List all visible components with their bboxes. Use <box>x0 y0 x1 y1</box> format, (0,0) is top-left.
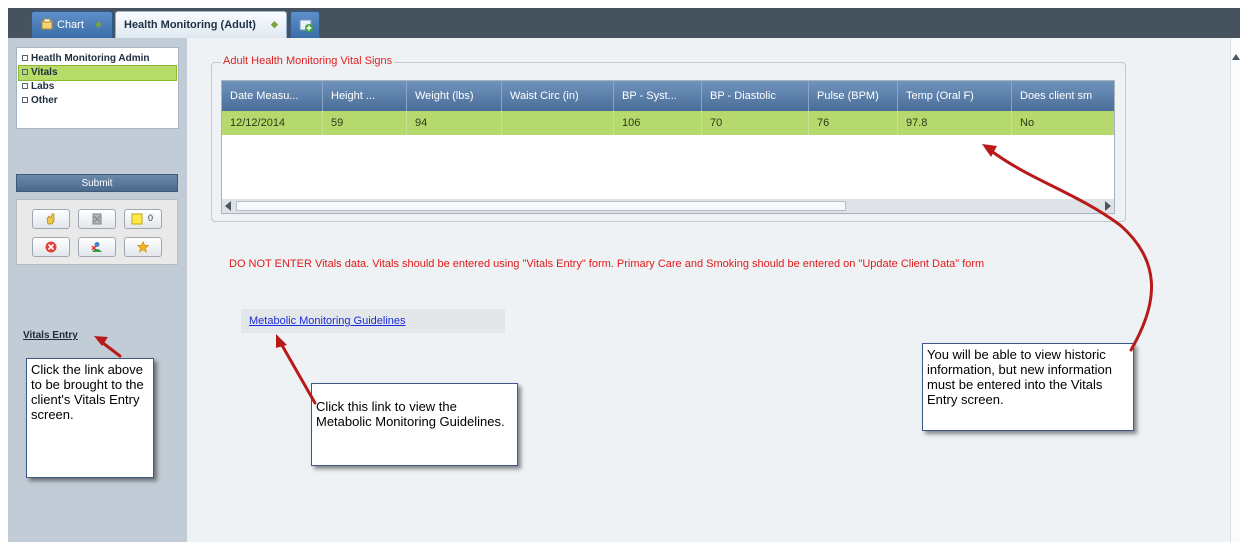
column-header[interactable]: BP - Diastolic <box>702 81 809 111</box>
sidebar-item-label: Other <box>31 95 58 106</box>
vitals-entry-link[interactable]: Vitals Entry <box>23 330 78 341</box>
table-cell: 76 <box>809 111 898 135</box>
column-header[interactable]: Does client sm <box>1012 81 1114 111</box>
sidebar-item-vitals[interactable]: Vitals <box>18 65 177 81</box>
cancel-icon <box>45 241 57 253</box>
sidebar-item-label: Vitals <box>31 67 58 78</box>
warning-message: DO NOT ENTER Vitals data. Vitals should … <box>229 258 985 270</box>
callout-vitals-entry: Click the link above to be brought to th… <box>26 358 154 478</box>
delete-grey-button[interactable] <box>78 209 116 229</box>
column-header[interactable]: Waist Circ (in) <box>502 81 614 111</box>
scroll-up-icon[interactable] <box>1232 54 1240 60</box>
scroll-left-icon[interactable] <box>225 201 231 211</box>
column-header[interactable]: Temp (Oral F) <box>898 81 1012 111</box>
add-tab-button[interactable] <box>290 11 320 38</box>
column-header[interactable]: Weight (lbs) <box>407 81 502 111</box>
star-icon <box>137 241 149 253</box>
bullet-icon <box>22 68 28 75</box>
column-header[interactable]: Date Measu... <box>222 81 323 111</box>
toolbar-panel: 0 <box>16 199 178 265</box>
scroll-right-icon[interactable] <box>1105 201 1111 211</box>
table-cell: 12/12/2014 <box>222 111 323 135</box>
tab-health-monitoring[interactable]: Health Monitoring (Adult) ◆ <box>115 11 287 38</box>
vital-signs-legend: Adult Health Monitoring Vital Signs <box>221 55 395 67</box>
sidebar-item-label: Heatlh Monitoring Admin <box>31 53 150 64</box>
sidebar-nav: Heatlh Monitoring Admin Vitals Labs Othe… <box>16 47 179 129</box>
table-cell: No <box>1020 117 1035 129</box>
cancel-button[interactable] <box>32 237 70 257</box>
user-remove-button[interactable] <box>78 237 116 257</box>
pin-icon[interactable]: ◆ <box>95 19 102 30</box>
column-header[interactable]: BP - Syst... <box>614 81 702 111</box>
sidebar-item-other[interactable]: Other <box>19 94 176 108</box>
sidebar-item-label: Labs <box>31 81 55 92</box>
user-remove-icon <box>91 242 102 252</box>
vital-signs-grid: Date Measu... Height ... Weight (lbs) Wa… <box>221 80 1115 214</box>
bullet-icon <box>22 54 28 61</box>
hand-icon <box>46 213 55 225</box>
notes-count: 0 <box>148 213 154 223</box>
column-header[interactable]: Height ... <box>323 81 407 111</box>
bullet-icon <box>22 96 28 103</box>
add-tab-icon <box>299 19 313 32</box>
table-cell: 94 <box>407 111 502 135</box>
sidebar-item-labs[interactable]: Labs <box>19 80 176 94</box>
callout-metabolic: Click this link to view the Metabolic Mo… <box>311 383 518 466</box>
submit-button[interactable]: Submit <box>16 174 178 192</box>
callout-historic: You will be able to view historic inform… <box>922 343 1134 431</box>
tab-chart-label: Chart <box>57 19 84 31</box>
sidebar-item-admin[interactable]: Heatlh Monitoring Admin <box>19 52 176 66</box>
chart-folder-icon <box>41 18 53 30</box>
column-header[interactable]: Pulse (BPM) <box>809 81 898 111</box>
grid-header: Date Measu... Height ... Weight (lbs) Wa… <box>222 81 1114 111</box>
table-cell: 59 <box>323 111 407 135</box>
tab-health-monitoring-label: Health Monitoring (Adult) <box>124 19 256 31</box>
table-cell: 70 <box>702 111 809 135</box>
table-cell: 106 <box>614 111 702 135</box>
vertical-scrollbar[interactable] <box>1230 38 1240 542</box>
star-button[interactable] <box>124 237 162 257</box>
horizontal-scrollbar[interactable] <box>222 199 1114 213</box>
notes-button[interactable]: 0 <box>124 209 162 229</box>
metabolic-guidelines-link[interactable]: Metabolic Monitoring Guidelines <box>249 315 406 327</box>
table-cell <box>502 111 614 135</box>
tab-chart[interactable]: Chart ◆ <box>31 11 113 38</box>
delete-grey-icon <box>92 213 102 225</box>
bullet-icon <box>22 82 28 89</box>
hand-button[interactable] <box>32 209 70 229</box>
pin-icon[interactable]: ◆ <box>271 19 278 30</box>
scrollbar-thumb[interactable] <box>236 201 846 211</box>
table-row[interactable]: 12/12/2014 59 94 106 70 76 97.8 No <box>222 111 1114 135</box>
note-icon <box>131 213 143 225</box>
table-cell: 97.8 <box>898 111 1012 135</box>
